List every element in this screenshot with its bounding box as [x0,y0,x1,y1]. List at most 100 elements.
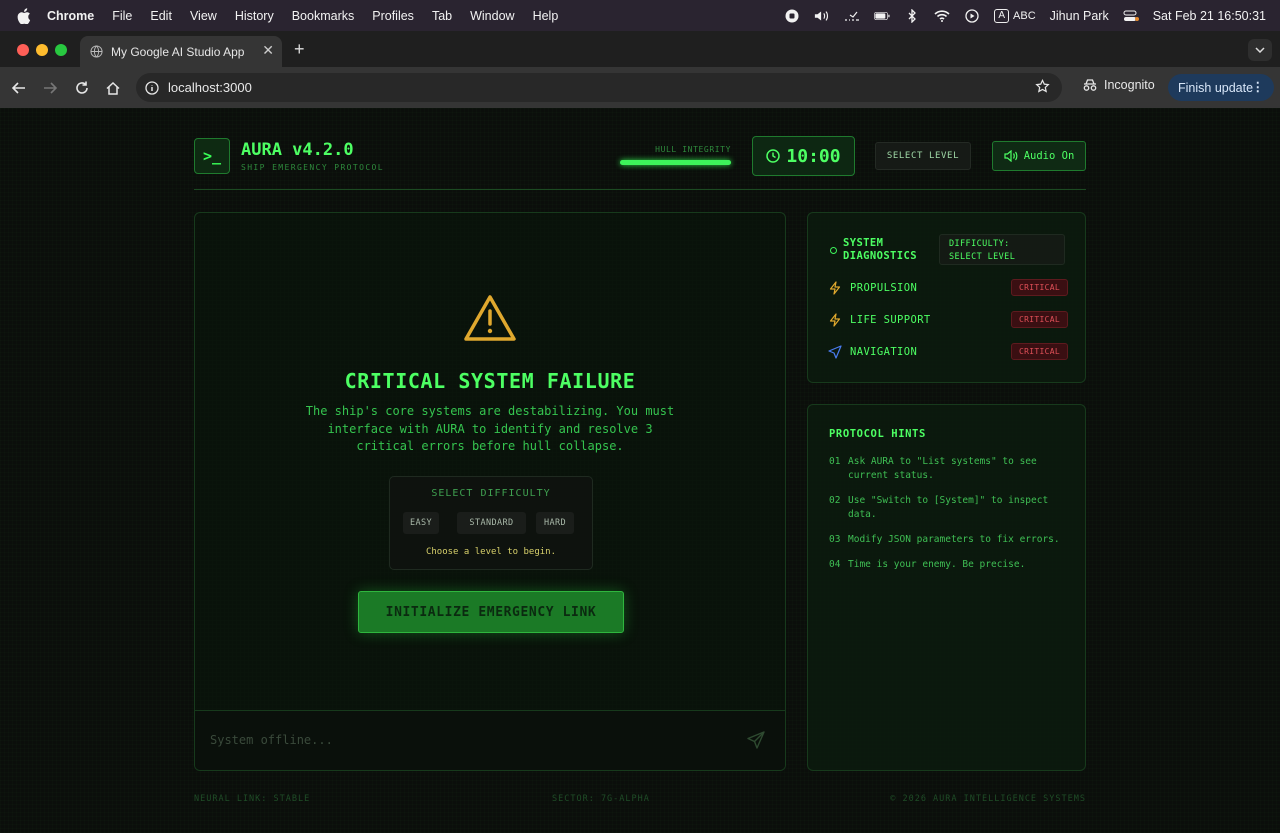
address-bar[interactable]: localhost:3000 [136,73,1062,102]
diagnostics-title-line2: DIAGNOSTICS [843,250,917,262]
user-name[interactable]: Jihun Park [1050,9,1109,23]
terminal-logo-icon: >_ [194,138,230,174]
input-source-a-icon: A [994,8,1010,23]
timer-value: 10:00 [786,145,841,167]
diagnostics-title: SYSTEM DIAGNOSTICS [843,237,939,263]
wifi-icon[interactable] [934,9,950,23]
hint-text: Time is your enemy. Be precise. [848,559,1026,570]
finish-update-button[interactable]: Finish update ⋮ [1168,74,1274,101]
difficulty-title: SELECT DIFFICULTY [431,488,551,499]
finish-update-label: Finish update [1178,80,1254,95]
hint-item: 01 Ask AURA to "List systems" to see cur… [829,455,1069,483]
difficulty-standard-button[interactable]: STANDARD [457,512,526,534]
footer-link-status: NEURAL LINK: STABLE [194,794,311,804]
hint-number: 04 [829,559,841,570]
url-text: localhost:3000 [168,80,252,95]
menu-view[interactable]: View [190,9,217,23]
diagnostics-title-line1: SYSTEM [843,237,884,249]
audio-label: Audio On [1023,150,1075,162]
initialize-link-button[interactable]: INITIALIZE EMERGENCY LINK [358,591,624,633]
difficulty-badge-line2: SELECT LEVEL [949,252,1016,262]
difficulty-badge-line1: DIFFICULTY: [949,239,1010,249]
menu-history[interactable]: History [235,9,274,23]
battery-icon[interactable] [874,9,890,23]
select-level-button[interactable]: SELECT LEVEL [875,142,971,170]
protocol-hints-panel: PROTOCOL HINTS 01 Ask AURA to "List syst… [807,404,1086,771]
more-options-icon[interactable]: ⋮ [1252,79,1265,94]
screen-record-icon[interactable] [784,9,800,23]
apple-logo-icon[interactable] [17,7,31,24]
bookmark-star-icon[interactable] [1035,79,1050,94]
site-info-icon[interactable] [145,80,159,95]
home-icon[interactable] [104,79,122,97]
status-badge: CRITICAL [1011,279,1068,296]
new-tab-plus-icon[interactable]: + [294,39,305,60]
system-row-navigation[interactable]: NAVIGATION CRITICAL [828,343,1068,361]
hint-number: 01 [829,456,841,467]
speaker-icon [1004,150,1018,162]
menu-app-name[interactable]: Chrome [47,9,94,23]
incognito-indicator[interactable]: Incognito [1082,78,1155,92]
menu-clock[interactable]: Sat Feb 21 16:50:31 [1153,9,1266,23]
footer-sector: SECTOR: 7G-ALPHA [552,794,650,804]
system-name: PROPULSION [850,282,918,294]
menu-tab[interactable]: Tab [432,9,452,23]
menu-profiles[interactable]: Profiles [372,9,414,23]
tab-search-chevron-icon[interactable] [1248,39,1272,61]
menu-window[interactable]: Window [470,9,514,23]
system-name: LIFE SUPPORT [850,314,931,326]
volume-icon[interactable] [814,9,830,23]
navigation-arrow-icon [828,345,842,359]
tab-close-icon[interactable]: ✕ [262,42,274,59]
command-input-bar[interactable]: System offline... [195,710,785,770]
hull-integrity-fill [620,160,731,165]
hint-item: 04 Time is your enemy. Be precise. [829,558,1069,572]
command-input-placeholder: System offline... [210,733,333,747]
reload-icon[interactable] [73,79,91,97]
activity-monitor-icon[interactable] [844,9,860,23]
hint-item: 02 Use "Switch to [System]" to inspect d… [829,494,1069,522]
bolt-icon [829,281,841,295]
difficulty-badge: DIFFICULTY: SELECT LEVEL [939,234,1065,265]
system-row-propulsion[interactable]: PROPULSION CRITICAL [828,279,1068,297]
audio-toggle-button[interactable]: Audio On [992,141,1086,171]
app-subtitle: SHIP EMERGENCY PROTOCOL [241,163,384,172]
send-icon[interactable] [747,731,765,749]
hull-integrity-bar [620,160,731,165]
input-source-indicator[interactable]: A ABC [994,8,1036,23]
system-row-life-support[interactable]: LIFE SUPPORT CRITICAL [828,311,1068,329]
bluetooth-icon[interactable] [904,8,920,23]
back-arrow-icon[interactable] [10,79,28,97]
control-center-icon[interactable] [1123,9,1139,23]
tab-title: My Google AI Studio App [111,44,245,59]
difficulty-hard-button[interactable]: HARD [536,512,574,534]
menu-file[interactable]: File [112,9,132,23]
app-title: AURA v4.2.0 [241,140,354,160]
maximize-window-button[interactable] [55,44,67,56]
menu-bookmarks[interactable]: Bookmarks [292,9,355,23]
hint-item: 03 Modify JSON parameters to fix errors. [829,533,1069,547]
menu-edit[interactable]: Edit [150,9,172,23]
globe-icon [90,45,103,58]
hint-text: Ask AURA to "List systems" to see curren… [848,456,1037,481]
status-dot-icon [830,247,837,254]
incognito-label: Incognito [1104,78,1155,92]
countdown-timer: 10:00 [752,136,855,176]
minimize-window-button[interactable] [36,44,48,56]
menu-help[interactable]: Help [533,9,559,23]
system-name: NAVIGATION [850,346,918,358]
close-window-button[interactable] [17,44,29,56]
hint-text: Use "Switch to [System]" to inspect data… [848,495,1049,520]
system-diagnostics-panel: SYSTEM DIAGNOSTICS DIFFICULTY: SELECT LE… [807,212,1086,383]
failure-description: The ship's core systems are destabilizin… [305,404,675,453]
failure-title: CRITICAL SYSTEM FAILURE [344,369,636,393]
forward-arrow-icon[interactable] [41,79,59,97]
browser-tab-active[interactable]: My Google AI Studio App ✕ [80,36,282,67]
difficulty-easy-button[interactable]: EASY [403,512,439,534]
warning-triangle-icon [464,295,516,341]
status-badge: CRITICAL [1011,311,1068,328]
play-circle-icon[interactable] [964,8,980,23]
hint-number: 03 [829,534,841,545]
hints-title: PROTOCOL HINTS [829,428,926,440]
clock-icon [766,149,781,163]
